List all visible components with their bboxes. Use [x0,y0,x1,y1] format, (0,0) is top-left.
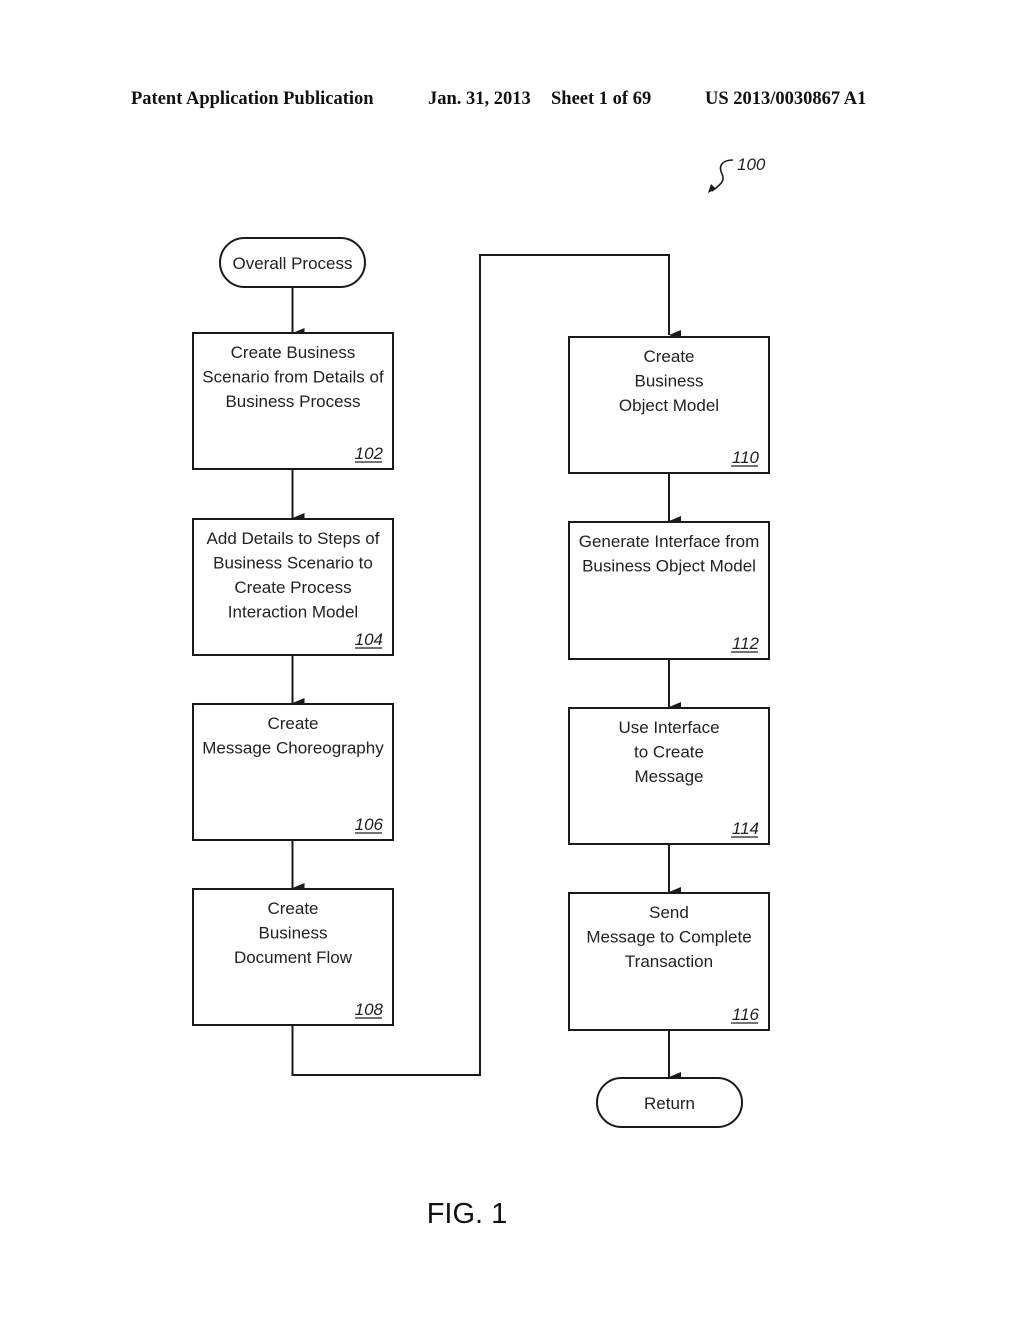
step-label-line: Business [259,924,328,943]
step-reference-number: 102 [355,444,384,463]
step-label-line: Interaction Model [228,603,358,622]
start-terminal-label: Overall Process [233,254,353,273]
step-label-line: Message [635,767,704,786]
step-reference-number: 106 [355,815,384,834]
step-label-line: Transaction [625,952,713,971]
step-label-line: Send [649,903,689,922]
flowchart: 100 Overall Process Create Business Scena… [192,155,770,1128]
step-box-104: Add Details to Steps of Business Scenario… [192,518,394,656]
figure-reference: 100 [708,155,766,193]
step-label-line: Business Scenario to [213,554,373,573]
step-box-102: Create Business Scenario from Details of B… [192,332,394,470]
step-reference-number: 112 [732,634,760,653]
step-label-line: Business Object Model [582,557,756,576]
step-box-108: Create Business Document Flow 108 [192,888,394,1026]
step-box-106: Create Message Choreography 106 [192,703,394,841]
step-label-line: Add Details to Steps of [207,529,380,548]
step-label-line: Create Process [234,578,351,597]
step-label-line: Use Interface [618,718,719,737]
reference-arrowhead-icon [708,184,716,193]
step-label-line: Business Process [225,392,360,411]
end-terminal-label: Return [644,1094,695,1113]
start-terminal: Overall Process [219,237,366,288]
step-label-line: Document Flow [234,948,353,967]
step-label-line: Create [267,714,318,733]
step-label-line: Create [643,347,694,366]
step-box-116: Send Message to Complete Transaction 116 [568,892,770,1031]
end-terminal: Return [596,1077,743,1128]
figure-label: FIG. 1 [426,1198,508,1230]
step-reference-number: 108 [355,1000,384,1019]
step-reference-number: 110 [732,448,760,467]
step-box-114: Use Interface to Create Message 114 [568,707,770,845]
figure-reference-number: 100 [737,155,766,174]
step-reference-number: 116 [732,1005,760,1024]
step-label-line: Scenario from Details of [202,368,384,387]
step-label-line: Message to Complete [586,928,751,947]
reference-leader-icon [711,159,734,192]
step-label-line: to Create [634,743,704,762]
step-box-112: Generate Interface from Business Object M… [568,521,770,660]
step-label-line: Object Model [619,396,719,415]
step-reference-number: 104 [355,630,383,649]
step-box-110: Create Business Object Model 110 [568,336,770,474]
step-label-line: Create [267,899,318,918]
step-label-line: Create Business [231,343,356,362]
step-reference-number: 114 [732,819,759,838]
step-label-line: Business [635,372,704,391]
step-label-line: Generate Interface from [579,532,759,551]
step-label-line: Message Choreography [202,739,384,758]
